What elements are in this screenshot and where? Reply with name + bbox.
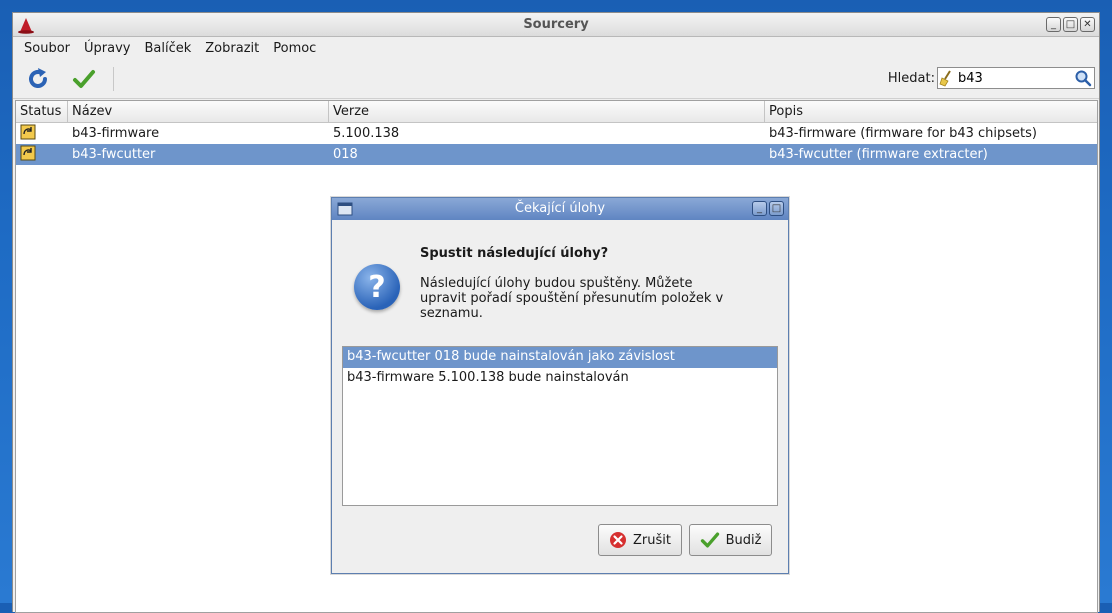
package-name: b43-firmware [72, 126, 160, 141]
package-version: 018 [333, 147, 358, 162]
table-row[interactable]: b43-fwcutter 018 b43-fwcutter (firmware … [16, 144, 1097, 165]
menu-pomoc[interactable]: Pomoc [266, 41, 323, 56]
apply-button[interactable] [69, 65, 99, 93]
ok-label: Budiž [725, 532, 762, 548]
toolbar: Hledat: [13, 59, 1099, 99]
install-pending-icon [20, 124, 36, 139]
dialog-titlebar[interactable]: Čekající úlohy _ □ [332, 198, 788, 220]
check-icon [73, 70, 95, 88]
search-box[interactable] [937, 67, 1095, 89]
toolbar-separator [113, 67, 114, 91]
window-title: Sourcery [523, 17, 589, 32]
table-row[interactable]: b43-firmware 5.100.138 b43-firmware (fir… [16, 123, 1097, 144]
column-version[interactable]: Verze [329, 101, 765, 122]
refresh-button[interactable] [23, 65, 53, 93]
task-list: b43-fwcutter 018 bude nainstalován jako … [342, 346, 778, 506]
maximize-button[interactable]: □ [1063, 17, 1078, 32]
ok-button[interactable]: Budiž [689, 524, 772, 556]
search-input[interactable] [956, 70, 1074, 86]
broom-icon[interactable] [938, 69, 956, 87]
cancel-label: Zrušit [633, 532, 671, 548]
search-label: Hledat: [887, 71, 935, 86]
status-cell [16, 124, 68, 144]
menu-soubor[interactable]: Soubor [17, 41, 77, 56]
dialog-maximize-button[interactable]: □ [769, 201, 784, 216]
menu-upravy[interactable]: Úpravy [77, 41, 137, 56]
dialog-title: Čekající úlohy [514, 201, 606, 216]
package-description: b43-firmware (firmware for b43 chipsets) [769, 126, 1037, 141]
list-item[interactable]: b43-fwcutter 018 bude nainstalován jako … [343, 347, 777, 368]
dialog-message: Následující úlohy budou spuštěny. Můžete… [420, 276, 724, 321]
cancel-button[interactable]: Zrušit [598, 524, 682, 556]
close-button[interactable]: ✕ [1080, 17, 1095, 32]
check-icon [700, 532, 719, 548]
table-header: Status Název Verze Popis [16, 101, 1097, 123]
package-description: b43-fwcutter (firmware extracter) [769, 147, 988, 162]
pending-tasks-dialog: Čekající úlohy _ □ ? Spustit následující… [331, 197, 789, 574]
refresh-icon [29, 68, 47, 88]
column-description[interactable]: Popis [765, 101, 1097, 122]
package-version: 5.100.138 [333, 126, 400, 141]
menu-bar: Soubor Úpravy Balíček Zobrazit Pomoc [13, 37, 1099, 59]
menu-zobrazit[interactable]: Zobrazit [198, 41, 266, 56]
package-name: b43-fwcutter [72, 147, 156, 162]
window-icon [337, 202, 353, 216]
minimize-button[interactable]: _ [1046, 17, 1061, 32]
status-cell [16, 145, 68, 165]
question-icon: ? [354, 264, 400, 310]
window-titlebar[interactable]: Sourcery _ □ ✕ [13, 13, 1099, 37]
column-status[interactable]: Status [16, 101, 68, 122]
dialog-heading: Spustit následující úlohy? [420, 246, 609, 261]
cancel-icon [610, 532, 626, 548]
column-name[interactable]: Název [68, 101, 329, 122]
magnifier-icon[interactable] [1074, 69, 1092, 87]
menu-balicek[interactable]: Balíček [137, 41, 198, 56]
list-item[interactable]: b43-firmware 5.100.138 bude nainstalován [343, 368, 777, 389]
dialog-minimize-button[interactable]: _ [752, 201, 767, 216]
install-pending-icon [20, 145, 36, 160]
